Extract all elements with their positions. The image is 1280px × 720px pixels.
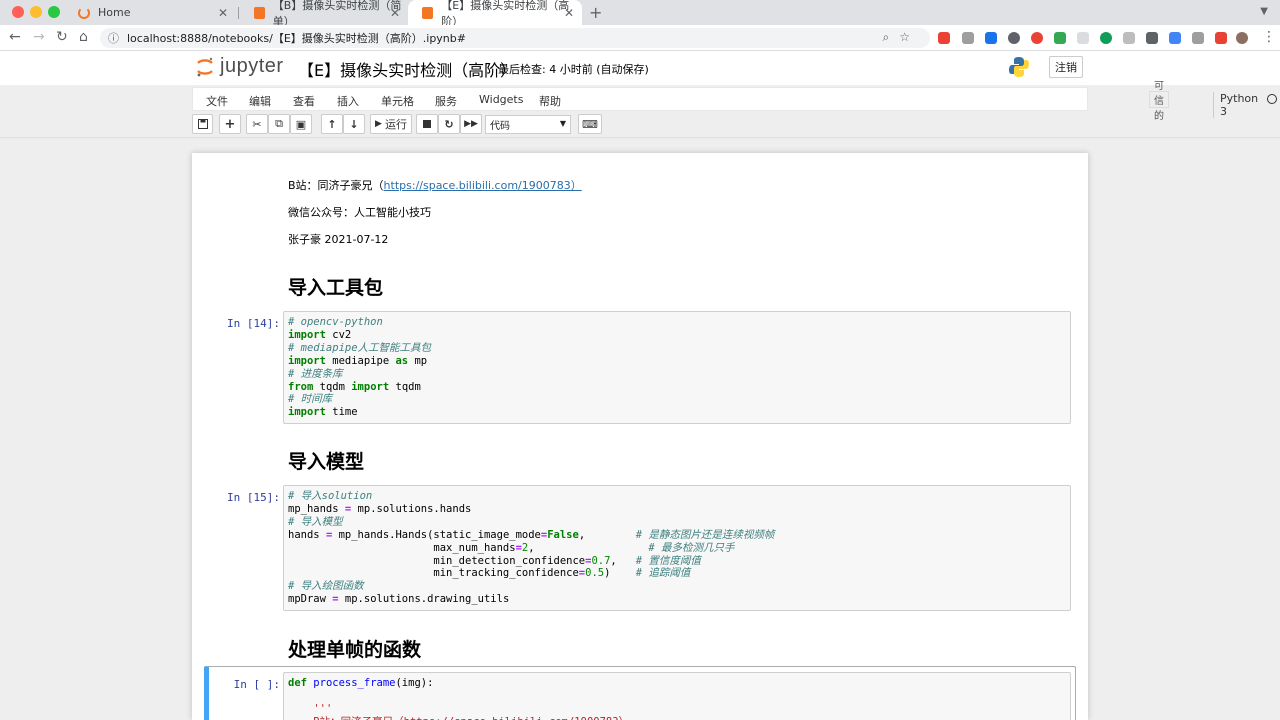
run-button[interactable]: ▶︎ 运行 [370, 114, 412, 134]
cell-type-select[interactable]: 代码 ▼ [485, 115, 571, 134]
cut-button[interactable]: ✂ [246, 114, 268, 134]
url-text: localhost:8888/notebooks/【E】摄像头实时检测（高阶）.… [127, 32, 466, 45]
menu-widgets[interactable]: Widgets [479, 93, 523, 106]
paste-button[interactable]: ▣ [290, 114, 312, 134]
url-bar[interactable]: ⓘ localhost:8888/notebooks/【E】摄像头实时检测（高阶… [100, 28, 930, 48]
chevron-down-icon: ▼ [559, 119, 566, 128]
save-icon [197, 119, 208, 129]
insert-cell-button[interactable]: + [219, 114, 241, 134]
extension-icon[interactable] [1146, 32, 1158, 44]
back-arrow-icon[interactable]: ← [9, 29, 21, 45]
cell-type-value: 代码 [490, 121, 510, 132]
reload-icon[interactable]: ↻ [56, 29, 68, 45]
extension-icon[interactable] [962, 32, 974, 44]
code-cell-imports[interactable]: # opencv-python import cv2 # mediapipe人工… [283, 311, 1071, 424]
notebook-title[interactable]: 【E】摄像头实时检测（高阶） [298, 57, 516, 81]
markdown-wechat: 微信公众号：人工智能小技巧 [288, 206, 431, 219]
trusted-indicator[interactable]: 可信的 [1149, 81, 1169, 122]
minimize-window-button[interactable] [30, 6, 42, 18]
browser-tab-bar: Home ✕ 【B】摄像头实时检测（简单） ✕ 【E】摄像头实时检测（高阶） ✕… [0, 0, 1280, 28]
extension-icon[interactable] [985, 32, 997, 44]
maximize-window-button[interactable] [48, 6, 60, 18]
avatar[interactable] [1236, 32, 1248, 44]
browser-tab-simple[interactable]: 【B】摄像头实时检测（简单） ✕ [240, 0, 408, 28]
move-up-button[interactable]: ↑ [321, 114, 343, 134]
jupyter-logo-text: jupyter [220, 55, 284, 77]
menu-cell[interactable]: 单元格 [381, 93, 414, 109]
extension-icon[interactable] [1192, 32, 1204, 44]
forward-arrow-icon[interactable]: → [33, 29, 45, 45]
tab-divider [238, 7, 239, 19]
notebook-favicon-icon [254, 6, 265, 19]
bilibili-label: B站：同济子豪兄（ [288, 179, 384, 192]
heading-import-model: 导入模型 [288, 451, 365, 473]
restart-button[interactable]: ↻ [438, 114, 460, 134]
last-save-status: 最后检查: 4 小时前 (自动保存) [498, 63, 649, 76]
jupyter-logo[interactable]: jupyter [196, 55, 284, 78]
heading-process-frame: 处理单帧的函数 [288, 639, 422, 661]
extension-icon[interactable] [1169, 32, 1181, 44]
jupyter-favicon-icon [78, 6, 90, 19]
close-icon[interactable]: ✕ [564, 6, 574, 20]
new-tab-button[interactable]: + [589, 3, 602, 22]
header-divider [0, 137, 1280, 139]
menu-edit[interactable]: 编辑 [249, 93, 271, 109]
notebook-favicon-icon [422, 6, 434, 19]
restart-run-all-button[interactable]: ▶▶ [460, 114, 482, 134]
browser-tab-home[interactable]: Home ✕ [64, 0, 236, 25]
notebook-toolbar: + ✂ ⧉ ▣ ↑ ↓ ▶︎ 运行 ↻ ▶▶ 代码 ▼ ⌨ [192, 114, 1088, 136]
menu-view[interactable]: 查看 [293, 93, 315, 109]
home-icon[interactable]: ⌂ [79, 29, 88, 45]
site-info-icon[interactable]: ⓘ [108, 30, 119, 46]
menu-file[interactable]: 文件 [206, 93, 228, 109]
extension-icon[interactable] [1008, 32, 1020, 44]
extension-icon[interactable] [1054, 32, 1066, 44]
extension-icon[interactable] [938, 32, 950, 44]
extension-icon[interactable] [1100, 32, 1112, 44]
run-label: 运行 [384, 118, 407, 131]
extension-icon[interactable] [1215, 32, 1227, 44]
cell-prompt: In [ ]: [233, 678, 280, 691]
zoom-and-bookmark-icons[interactable]: ⌕☆ [883, 30, 920, 45]
close-icon[interactable]: ✕ [390, 6, 400, 20]
markdown-bilibili: B站：同济子豪兄（https://space.bilibili.com/1900… [288, 177, 582, 193]
menu-kernel[interactable]: 服务 [435, 93, 457, 109]
cell-prompt: In [15]: [227, 491, 280, 504]
menu-insert[interactable]: 插入 [337, 93, 359, 109]
tab-title: Home [98, 6, 131, 19]
close-icon[interactable]: ✕ [218, 6, 228, 20]
extension-icon[interactable] [1031, 32, 1043, 44]
kernel-name[interactable]: Python 3 [1213, 92, 1258, 118]
notebook-container: B站：同济子豪兄（https://space.bilibili.com/1900… [192, 153, 1088, 720]
markdown-author: 张子豪 2021-07-12 [288, 233, 389, 246]
copy-button[interactable]: ⧉ [268, 114, 290, 134]
save-button[interactable] [192, 114, 213, 134]
bilibili-link[interactable]: https://space.bilibili.com/1900783） [384, 179, 582, 192]
heading-import-packages: 导入工具包 [288, 277, 384, 299]
move-down-button[interactable]: ↓ [343, 114, 365, 134]
kernel-status-icon [1267, 94, 1277, 104]
browser-menu-icon[interactable]: ⋮ [1262, 29, 1276, 45]
code-cell-model[interactable]: # 导入solution mp_hands = mp.solutions.han… [283, 485, 1071, 611]
tab-search-icon[interactable]: ▼ [1260, 6, 1268, 17]
cell-prompt: In [14]: [227, 317, 280, 330]
close-window-button[interactable] [12, 6, 24, 18]
python-logo-icon [1008, 56, 1030, 78]
interrupt-button[interactable] [416, 114, 438, 134]
code-cell-process-frame[interactable]: def process_frame(img): ''' B站：同济子豪兄（htt… [283, 672, 1071, 720]
command-palette-button[interactable]: ⌨ [578, 114, 602, 134]
jupyter-header: jupyter 【E】摄像头实时检测（高阶） 最后检查: 4 小时前 (自动保存… [0, 51, 1280, 85]
run-icon: ▶︎ [375, 119, 382, 129]
jupyter-logo-icon [196, 56, 214, 78]
stop-icon [423, 120, 431, 128]
extension-icon[interactable] [1123, 32, 1135, 44]
extension-icon[interactable] [1077, 32, 1089, 44]
menu-bar: 文件 编辑 查看 插入 单元格 服务 Widgets 帮助 可信的 Python… [192, 81, 1277, 122]
logout-button[interactable]: 注销 [1049, 56, 1083, 78]
menu-help[interactable]: 帮助 [539, 93, 561, 109]
browser-tab-advanced[interactable]: 【E】摄像头实时检测（高阶） ✕ [408, 0, 582, 28]
